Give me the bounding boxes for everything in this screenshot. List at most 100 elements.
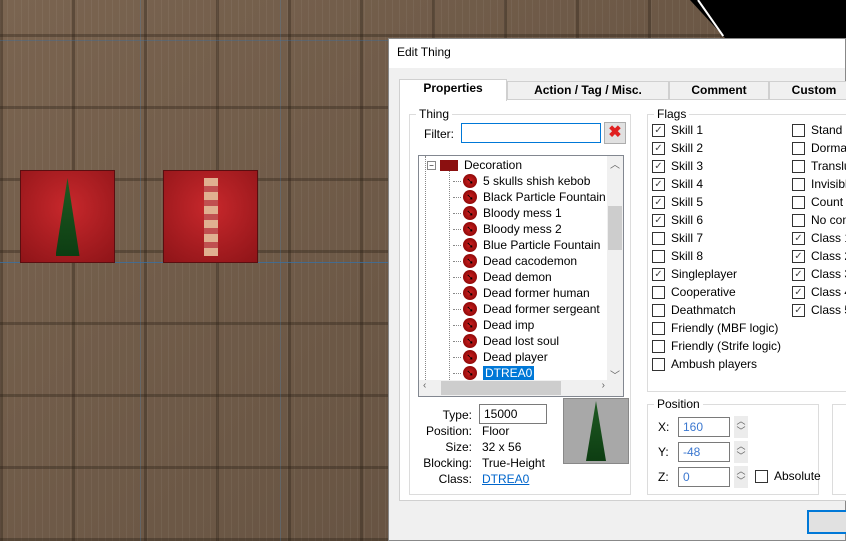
flag-checkbox[interactable]: ✓ Skill 4: [652, 177, 703, 191]
thing-icon: ➘: [463, 190, 477, 204]
class-link[interactable]: DTREA0: [482, 472, 529, 486]
checkbox-icon: [792, 195, 805, 209]
position-group-label: Position: [654, 397, 703, 411]
thing-list-item[interactable]: ➘ Black Particle Fountain: [453, 189, 606, 205]
flag-checkbox[interactable]: ✓ Skill 6: [652, 213, 703, 227]
flag-checkbox[interactable]: Skill 7: [652, 231, 703, 245]
z-spinner[interactable]: ︿ ﹀: [734, 466, 748, 488]
thing-item-label: Bloody mess 1: [483, 206, 562, 220]
thing-list-item[interactable]: ➘ Dead former sergeant: [453, 301, 600, 317]
thing-skull-kebob[interactable]: [163, 170, 258, 263]
thing-list-item[interactable]: ➘ Bloody mess 2: [453, 221, 562, 237]
folder-icon: [440, 159, 458, 171]
filter-input[interactable]: [461, 123, 601, 143]
checkbox-icon: [652, 231, 665, 245]
type-input[interactable]: 15000: [479, 404, 547, 424]
flag-checkbox[interactable]: ✓ Skill 3: [652, 159, 703, 173]
dialog-title: Edit Thing: [389, 39, 845, 68]
thing-tree[interactable]: [20, 170, 115, 263]
flag-checkbox[interactable]: ✓ Skill 1: [652, 123, 703, 137]
flag-checkbox[interactable]: Skill 8: [652, 249, 703, 263]
flag-checkbox[interactable]: No com: [792, 213, 846, 227]
thing-list-item[interactable]: ➘ Dead imp: [453, 317, 534, 333]
thing-list-item[interactable]: ➘ Blue Particle Fountain: [453, 237, 600, 253]
flag-label: Singleplayer: [671, 267, 738, 281]
flag-checkbox[interactable]: ✓ Class 1: [792, 231, 846, 245]
thing-item-label: DTREA0: [483, 366, 535, 380]
x-input[interactable]: 160: [678, 417, 730, 437]
flag-checkbox[interactable]: Ambush players: [652, 357, 757, 371]
flag-label: No com: [811, 213, 846, 227]
thing-list-item[interactable]: ➘ Dead player: [453, 349, 548, 365]
thing-item-label: 5 skulls shish kebob: [483, 174, 591, 188]
thing-item-label: Dead former sergeant: [483, 302, 600, 316]
flag-checkbox[interactable]: Count a: [792, 195, 846, 209]
flag-label: Skill 3: [671, 159, 704, 173]
checkbox-icon: [792, 213, 805, 227]
collapse-icon[interactable]: −: [427, 160, 436, 170]
flag-label: Stand s: [811, 123, 846, 137]
flags-label: Flags: [654, 107, 690, 121]
flag-checkbox[interactable]: Dorman: [792, 141, 846, 155]
thing-list-item[interactable]: ➘ DTREA0: [453, 365, 535, 381]
blocking-label: Blocking:: [423, 456, 472, 470]
tab-action-tag-misc[interactable]: Action / Tag / Misc.: [507, 81, 669, 100]
thing-icon: ➘: [463, 366, 477, 380]
flag-label: Class 2: [811, 249, 846, 263]
flag-checkbox[interactable]: Invisible: [792, 177, 846, 191]
flag-label: Class 4: [811, 285, 846, 299]
flag-checkbox[interactable]: ✓ Class 5: [792, 303, 846, 317]
class-label: Class:: [438, 472, 472, 486]
flag-label: Skill 5: [671, 195, 704, 209]
checkbox-icon: [792, 177, 805, 191]
flag-checkbox[interactable]: ✓ Skill 2: [652, 141, 703, 155]
tab-comment[interactable]: Comment: [669, 81, 769, 100]
thing-list-item[interactable]: ➘ Dead cacodemon: [453, 253, 577, 269]
thing-list-item[interactable]: ➘ Dead demon: [453, 269, 552, 285]
thing-list-item[interactable]: ➘ 5 skulls shish kebob: [453, 173, 590, 189]
thing-item-label: Bloody mess 2: [483, 222, 562, 236]
thing-list-item[interactable]: ➘ Dead former human: [453, 285, 590, 301]
thing-list-item[interactable]: ➘ Bloody mess 1: [453, 205, 562, 221]
absolute-label: Absolute: [774, 469, 821, 483]
flag-checkbox[interactable]: Stand s: [792, 123, 846, 137]
filter-label: Filter:: [424, 127, 454, 141]
flag-checkbox[interactable]: ✓ Class 3: [792, 267, 846, 281]
y-input[interactable]: -48: [678, 442, 730, 462]
checkbox-icon: ✓: [792, 231, 805, 245]
flag-label: Class 1: [811, 231, 846, 245]
flag-checkbox[interactable]: ✓ Singleplayer: [652, 267, 737, 281]
flag-label: Deathmatch: [671, 303, 736, 317]
flag-checkbox[interactable]: ✓ Skill 5: [652, 195, 703, 209]
flag-label: Translu: [811, 159, 846, 173]
tab-properties[interactable]: Properties: [399, 79, 507, 101]
thing-list-item[interactable]: ➘ Dead lost soul: [453, 333, 559, 349]
absolute-checkbox[interactable]: Absolute: [755, 469, 821, 483]
thing-icon: ➘: [463, 222, 477, 236]
horizontal-scrollbar[interactable]: ‹ ›: [419, 380, 623, 396]
flag-checkbox[interactable]: ✓ Class 2: [792, 249, 846, 263]
void-area: [690, 0, 846, 38]
thing-tree-list[interactable]: − Decoration ➘ 5 skulls shish kebob ➘ Black…: [418, 155, 624, 397]
clear-filter-button[interactable]: ✖: [604, 122, 626, 144]
vertical-scrollbar[interactable]: ︿ ﹀: [607, 156, 623, 382]
flag-checkbox[interactable]: Friendly (Strife logic): [652, 339, 781, 353]
flag-checkbox[interactable]: Deathmatch: [652, 303, 736, 317]
flag-checkbox[interactable]: ✓ Class 4: [792, 285, 846, 299]
checkbox-icon: [792, 159, 805, 173]
flag-checkbox[interactable]: Translu: [792, 159, 846, 173]
tab-custom[interactable]: Custom: [769, 81, 846, 100]
checkbox-icon: [652, 285, 665, 299]
type-label: Type:: [442, 408, 472, 422]
flag-checkbox[interactable]: Cooperative: [652, 285, 736, 299]
z-input[interactable]: 0: [678, 467, 730, 487]
grid-line: [0, 40, 390, 41]
ok-button[interactable]: [807, 510, 846, 534]
y-spinner[interactable]: ︿ ﹀: [734, 441, 748, 463]
category-decoration[interactable]: − Decoration: [427, 157, 522, 173]
x-spinner[interactable]: ︿ ﹀: [734, 416, 748, 438]
thing-group-label: Thing: [416, 107, 453, 121]
thing-icon: ➘: [463, 318, 477, 332]
flag-checkbox[interactable]: Friendly (MBF logic): [652, 321, 778, 335]
thing-item-label: Black Particle Fountain: [483, 190, 606, 204]
